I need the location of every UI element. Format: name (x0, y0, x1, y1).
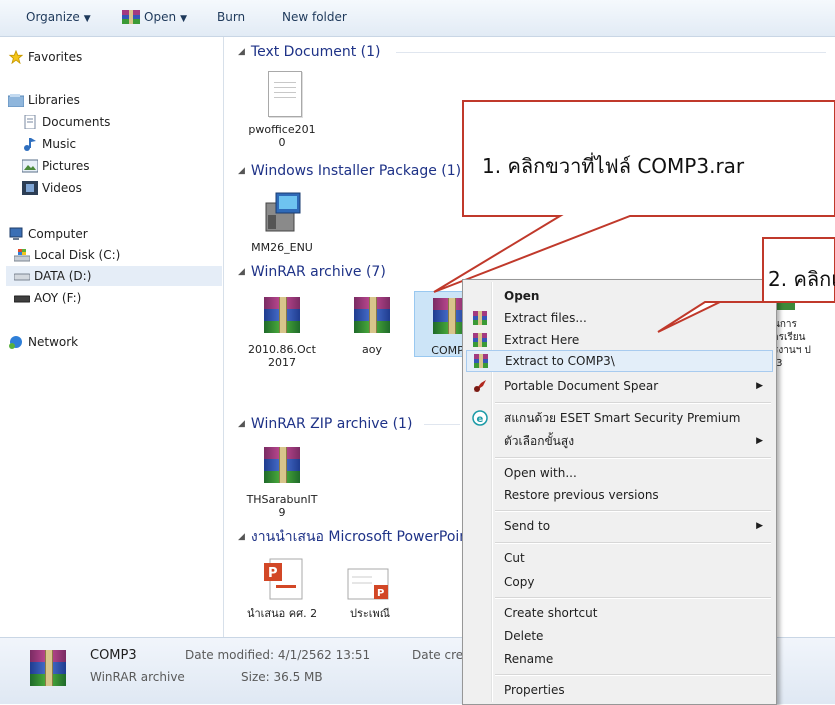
menu-item-copy[interactable]: Copy (466, 571, 771, 593)
callout-step1-text: 1. คลิกขวาที่ไฟล์ COMP3.rar (482, 154, 745, 178)
menu-separator (495, 542, 771, 544)
menu-item-restore-previous-versions[interactable]: Restore previous versions (466, 484, 771, 506)
menu-item-label: ตัวเลือกขั้นสูง (504, 434, 575, 448)
menu-item-extract-files[interactable]: Extract files... (466, 307, 771, 329)
menu-item-label: Extract Here (504, 333, 580, 347)
menu-item-label: Create shortcut (504, 606, 598, 620)
menu-item-create-shortcut[interactable]: Create shortcut (466, 602, 771, 624)
winrar-icon (473, 333, 487, 347)
menu-item-open-with[interactable]: Open with... (466, 462, 771, 484)
menu-item-extract-to[interactable]: Extract to COMP3\ (466, 350, 773, 372)
menu-item-label: Cut (504, 551, 525, 565)
menu-item-send-to[interactable]: Send to ▶ (466, 515, 771, 537)
menu-item-label: สแกนด้วย ESET Smart Security Premium (504, 411, 741, 425)
menu-separator (495, 597, 771, 599)
callout-step2-text: 2. คลิกแถบตัวเลื (768, 267, 835, 291)
menu-separator (495, 457, 771, 459)
menu-item-label: Rename (504, 652, 554, 666)
menu-item-label: Delete (504, 629, 544, 643)
submenu-arrow-icon: ▶ (756, 521, 763, 531)
menu-item-eset-scan[interactable]: e สแกนด้วย ESET Smart Security Premium (466, 407, 771, 429)
eset-icon: e (472, 410, 488, 426)
menu-item-label: Extract files... (504, 311, 587, 325)
menu-item-portable-document-spear[interactable]: Portable Document Spear ▶ (466, 375, 771, 397)
menu-item-label: Send to (504, 519, 551, 533)
menu-item-delete[interactable]: Delete (466, 625, 771, 647)
spear-icon (474, 380, 486, 392)
menu-item-label: Properties (504, 683, 565, 697)
menu-separator (495, 510, 771, 512)
winrar-icon (473, 311, 487, 325)
menu-item-label: Copy (504, 575, 535, 589)
menu-separator (495, 674, 771, 676)
menu-item-label: Restore previous versions (504, 488, 659, 502)
context-menu: Open Extract files... Extract Here Extra… (462, 279, 777, 705)
menu-item-label: Open with... (504, 466, 577, 480)
menu-item-cut[interactable]: Cut (466, 547, 771, 569)
menu-item-properties[interactable]: Properties (466, 679, 771, 701)
menu-item-label: Extract to COMP3\ (505, 354, 615, 368)
menu-item-label: Open (504, 289, 540, 303)
submenu-arrow-icon: ▶ (756, 381, 763, 391)
menu-item-advanced-options[interactable]: ตัวเลือกขั้นสูง ▶ (466, 430, 771, 452)
submenu-arrow-icon: ▶ (756, 436, 763, 446)
menu-item-label: Portable Document Spear (504, 379, 659, 393)
svg-text:e: e (477, 414, 484, 425)
winrar-icon (474, 354, 488, 368)
menu-item-rename[interactable]: Rename (466, 648, 771, 670)
menu-item-extract-here[interactable]: Extract Here (466, 329, 771, 351)
menu-separator (495, 402, 771, 404)
menu-item-open[interactable]: Open (466, 285, 771, 307)
